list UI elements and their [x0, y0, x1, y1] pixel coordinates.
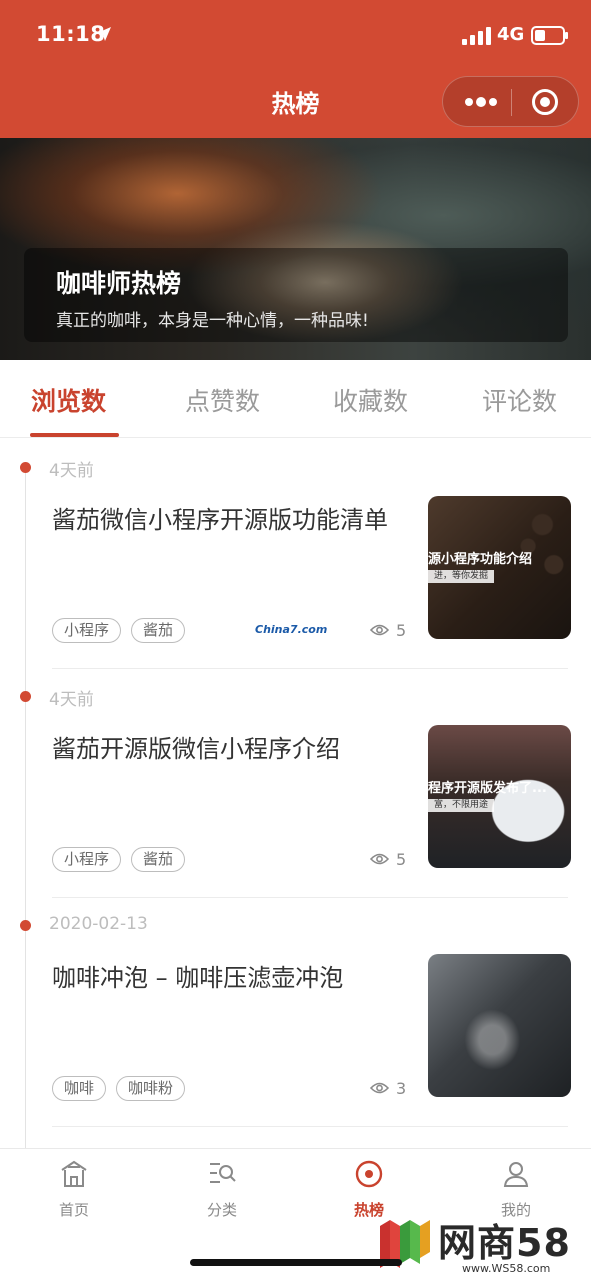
thumbnail-strip: 进，等你发掘 — [428, 570, 495, 583]
capsule-divider — [511, 89, 512, 116]
top-bar: 11:18 4G 热榜 — [0, 0, 591, 138]
banner-title: 咖啡师热榜 — [56, 269, 182, 298]
tab-active-underline — [30, 433, 119, 437]
view-count-value: 5 — [396, 850, 407, 869]
battery-icon — [531, 26, 568, 45]
item-tags: 小程序 酱茄 — [52, 847, 186, 872]
tag[interactable]: 小程序 — [52, 618, 122, 643]
tab-favorites[interactable]: 收藏数 — [333, 382, 408, 418]
item-title[interactable]: 酱茄开源版微信小程序介绍 — [52, 733, 422, 765]
list-item[interactable]: 4天前 酱茄开源版微信小程序介绍 小程序 酱茄 5 程序开源版发布了... 富，… — [0, 669, 591, 898]
timeline-dot — [20, 920, 31, 931]
network-type: 4G — [497, 24, 525, 45]
status-bar: 11:18 4G — [0, 0, 591, 72]
tag[interactable]: 酱茄 — [131, 618, 186, 643]
user-icon — [503, 1162, 529, 1187]
home-indicator[interactable] — [190, 1259, 402, 1266]
category-search-icon — [210, 1163, 236, 1183]
tag[interactable]: 咖啡 — [52, 1076, 107, 1101]
ws58-watermark: 网商58 www.WS58.com — [376, 1210, 591, 1280]
tag[interactable]: 咖啡粉 — [116, 1076, 186, 1101]
list-item[interactable]: 2020-02-13 咖啡冲泡 – 咖啡压滤壶冲泡 咖啡 咖啡粉 3 — [0, 898, 591, 1127]
item-thumbnail[interactable]: 程序开源版发布了... 富，不限用途 — [428, 725, 571, 868]
hero-banner: 咖啡师热榜 真正的咖啡，本身是一种心情，一种品味! — [0, 138, 591, 360]
item-thumbnail[interactable]: 源小程序功能介绍 进，等你发掘 — [428, 496, 571, 639]
more-dots-icon[interactable] — [461, 89, 501, 115]
item-thumbnail[interactable] — [428, 954, 571, 1097]
banner-card: 咖啡师热榜 真正的咖啡，本身是一种心情，一种品味! — [24, 248, 568, 342]
ws58-brand-name: 网商58 — [438, 1221, 571, 1265]
tag[interactable]: 酱茄 — [131, 847, 186, 872]
thumbnail-caption: 源小程序功能介绍 — [428, 552, 533, 567]
signal-icon — [462, 27, 491, 45]
item-date: 4天前 — [49, 690, 94, 710]
miniprogram-capsule — [442, 76, 579, 127]
eye-icon — [370, 1082, 389, 1094]
item-title[interactable]: 酱茄微信小程序开源版功能清单 — [52, 504, 422, 536]
item-tags: 小程序 酱茄 — [52, 618, 186, 643]
item-date: 4天前 — [49, 461, 94, 481]
location-arrow-icon — [97, 27, 111, 41]
thumbnail-caption: 程序开源版发布了... — [428, 781, 547, 796]
eye-icon — [370, 624, 389, 636]
view-count: 5 — [370, 850, 410, 870]
view-count-value: 3 — [396, 1079, 407, 1098]
tab-likes[interactable]: 点赞数 — [185, 382, 260, 418]
hot-target-icon — [355, 1160, 383, 1188]
ws58-brand-url: www.WS58.com — [462, 1262, 551, 1275]
item-date: 2020-02-13 — [49, 914, 148, 934]
tab-views[interactable]: 浏览数 — [31, 382, 106, 418]
close-target-icon[interactable] — [531, 88, 559, 116]
tag[interactable]: 小程序 — [52, 847, 122, 872]
item-tags: 咖啡 咖啡粉 — [52, 1076, 186, 1101]
tab-comments[interactable]: 评论数 — [482, 382, 557, 418]
item-title[interactable]: 咖啡冲泡 – 咖啡压滤壶冲泡 — [52, 962, 422, 994]
status-time: 11:18 — [36, 22, 106, 46]
view-count: 3 — [370, 1079, 410, 1099]
tabbar-label: 首页 — [58, 1201, 89, 1219]
item-separator — [52, 1126, 568, 1127]
china7-watermark: China7.com — [255, 623, 328, 636]
list-item[interactable]: 4天前 酱茄微信小程序开源版功能清单 小程序 酱茄 China7.com 5 源… — [0, 440, 591, 669]
tabbar-label: 分类 — [206, 1201, 237, 1219]
timeline-dot — [20, 691, 31, 702]
timeline-dot — [20, 462, 31, 473]
tabbar-category[interactable]: 分类 — [182, 1159, 262, 1220]
tabbar-home[interactable]: 首页 — [34, 1159, 114, 1220]
view-count-value: 5 — [396, 621, 407, 640]
view-count: 5 — [370, 621, 410, 641]
home-icon — [61, 1160, 87, 1187]
eye-icon — [370, 853, 389, 865]
banner-subtitle: 真正的咖啡，本身是一种心情，一种品味! — [56, 311, 369, 331]
ranking-tabs: 浏览数 点赞数 收藏数 评论数 — [0, 360, 591, 438]
thumbnail-strip: 富，不限用途 — [428, 799, 495, 812]
